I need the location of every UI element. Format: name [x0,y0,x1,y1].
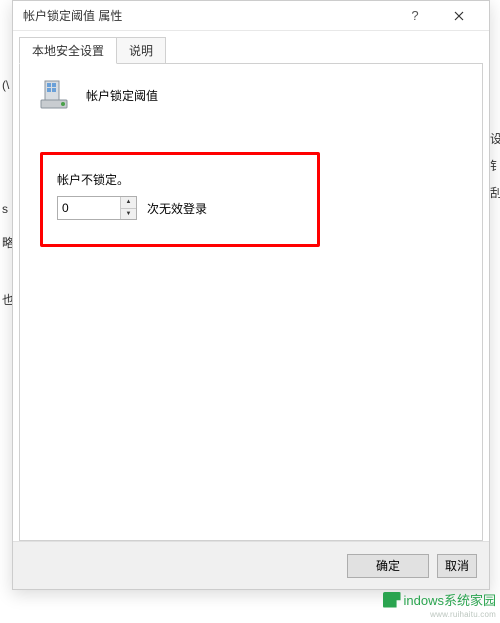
properties-dialog: 帐户锁定阈值 属性 ? 本地安全设置 说明 [12,0,490,590]
cancel-button[interactable]: 取消 [437,554,477,578]
titlebar: 帐户锁定阈值 属性 ? [13,1,489,31]
dialog-client: 本地安全设置 说明 帐户锁定阈值 帐户不锁定。 [13,31,489,541]
threshold-input[interactable] [58,197,120,219]
button-label: 确定 [376,557,400,574]
dialog-buttons: 确定 取消 [13,541,489,589]
highlight-box: 帐户不锁定。 ▲ ▼ 次无效登录 [40,152,320,247]
chevron-up-icon: ▲ [126,199,132,205]
close-button[interactable] [437,2,481,30]
tab-panel: 帐户锁定阈值 帐户不锁定。 ▲ ▼ [19,63,483,541]
ok-button[interactable]: 确定 [347,554,429,578]
spinner-up[interactable]: ▲ [121,197,136,208]
spinner-buttons: ▲ ▼ [120,197,136,219]
watermark-text: indows系统家园 [404,590,496,609]
threshold-suffix: 次无效登录 [147,200,207,217]
tab-label: 本地安全设置 [32,44,104,58]
threshold-row: ▲ ▼ 次无效登录 [57,196,303,220]
tabstrip: 本地安全设置 说明 [19,37,483,63]
windows-flag-icon [383,592,401,608]
tab-local-security[interactable]: 本地安全设置 [19,37,117,64]
help-button[interactable]: ? [393,2,437,30]
watermark: indows系统家园 www.ruihaitu.com [383,590,496,619]
tab-label: 说明 [129,44,153,58]
tab-explanation[interactable]: 说明 [116,37,166,63]
watermark-url: www.ruihaitu.com [383,610,496,619]
left-cut-text: (\ s 略 也 [0,60,12,460]
lockout-status-text: 帐户不锁定。 [57,171,303,188]
button-label: 取消 [445,557,469,574]
dialog-title: 帐户锁定阈值 属性 [23,7,393,24]
help-icon: ? [411,8,418,23]
close-icon [454,11,464,21]
right-cut-text: 设 钅 刮 [490,120,500,211]
spinner-down[interactable]: ▼ [121,208,136,220]
policy-title: 帐户锁定阈值 [86,87,158,104]
policy-icon [38,78,72,112]
threshold-spinner[interactable]: ▲ ▼ [57,196,137,220]
policy-header: 帐户锁定阈值 [38,78,464,112]
chevron-down-icon: ▼ [126,211,132,217]
